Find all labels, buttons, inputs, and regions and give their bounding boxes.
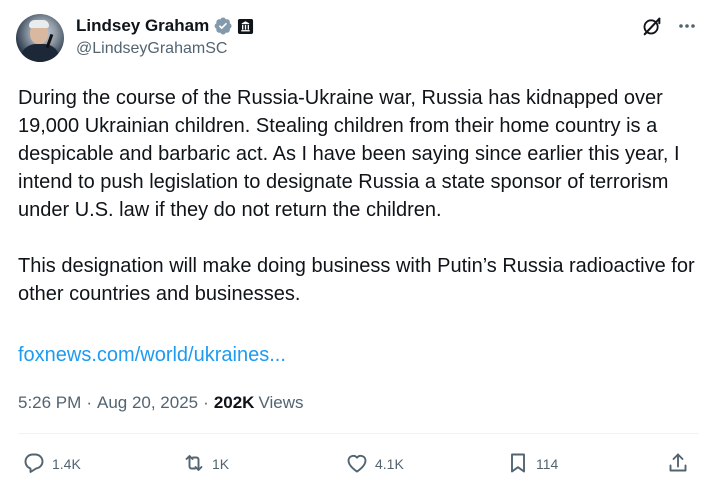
tweet-text: During the course of the Russia-Ukraine … <box>18 84 708 308</box>
tweet-link[interactable]: foxnews.com/world/ukraines... <box>18 341 286 369</box>
repost-button[interactable]: 1K <box>182 448 229 480</box>
author-handle[interactable]: @LindseyGrahamSC <box>76 40 227 58</box>
avatar[interactable] <box>16 14 64 62</box>
tweet-date[interactable]: Aug 20, 2025 <box>97 393 198 413</box>
author-display-name[interactable]: Lindsey Graham <box>76 16 209 36</box>
government-building-icon[interactable] <box>237 18 254 35</box>
share-button[interactable] <box>666 448 690 480</box>
meta-separator: · <box>86 393 92 412</box>
repost-count: 1K <box>212 456 230 472</box>
tweet-time[interactable]: 5:26 PM <box>18 393 81 413</box>
views-count: 202K <box>213 393 255 412</box>
like-count: 4.1K <box>375 456 404 472</box>
bookmark-button[interactable]: 114 <box>506 448 558 480</box>
like-button[interactable]: 4.1K <box>345 448 404 480</box>
tweet-card: Lindsey Graham @LindseyGrahamSC During t… <box>0 0 717 490</box>
verified-badge-icon[interactable] <box>213 16 233 36</box>
tweet-paragraph: During the course of the Russia-Ukraine … <box>18 87 680 221</box>
bookmark-count: 114 <box>536 456 559 472</box>
reply-count: 1.4K <box>52 456 81 472</box>
repost-icon <box>182 451 206 478</box>
reply-button[interactable]: 1.4K <box>22 448 81 480</box>
bookmark-icon <box>506 451 530 478</box>
divider <box>18 433 699 434</box>
reply-icon <box>22 451 46 478</box>
author-name-row: Lindsey Graham <box>76 15 254 37</box>
more-dots-icon[interactable] <box>677 16 697 36</box>
grok-icon[interactable] <box>641 15 663 37</box>
meta-separator: · <box>203 393 209 412</box>
tweet-paragraph: This designation will make doing busines… <box>18 255 695 305</box>
tweet-top-actions <box>641 15 697 37</box>
tweet-meta: 5:26 PM · Aug 20, 2025 · 202K Views <box>18 391 304 415</box>
heart-icon <box>345 451 369 478</box>
share-icon <box>666 451 690 478</box>
views-label: Views <box>258 393 304 412</box>
tweet-action-bar: 1.4K 1K 4.1K 114 <box>0 448 717 480</box>
